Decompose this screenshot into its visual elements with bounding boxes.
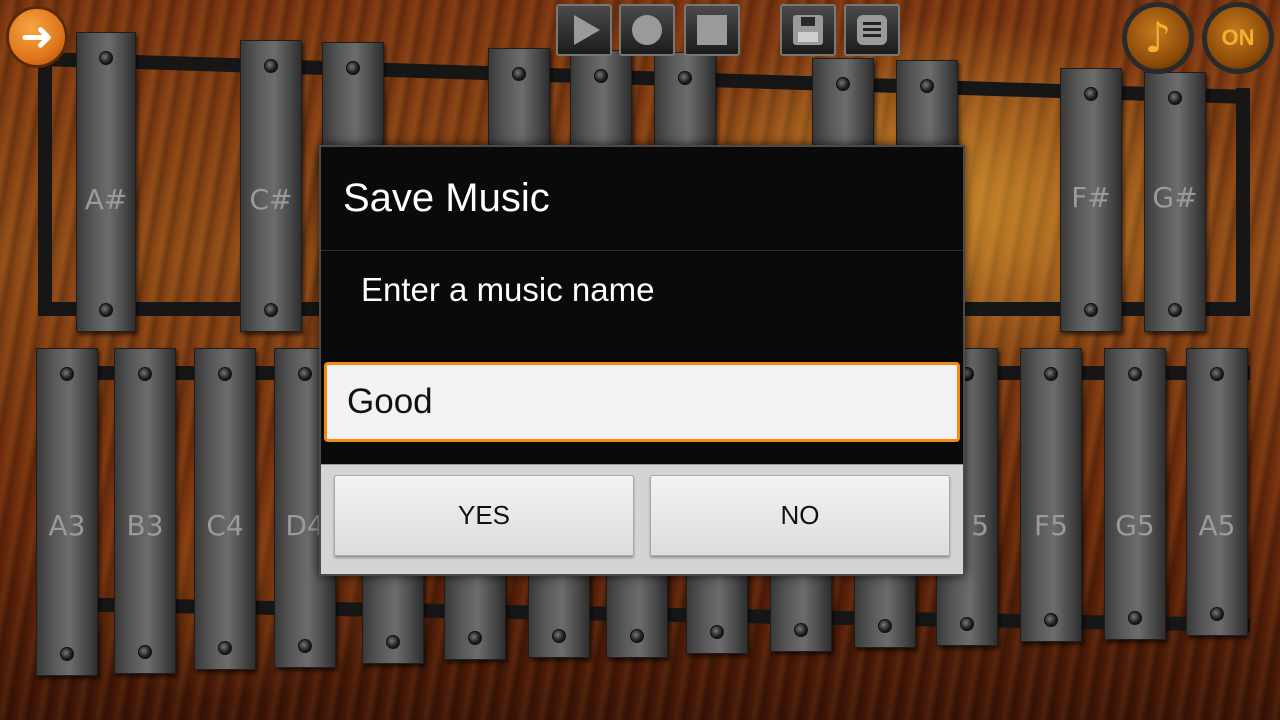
dialog-title: Save Music xyxy=(321,147,963,251)
key-hole xyxy=(138,645,152,659)
key-hole xyxy=(878,619,892,633)
stop-button[interactable] xyxy=(684,4,740,56)
key-note-label: F# xyxy=(1071,181,1111,214)
save-button[interactable] xyxy=(780,4,836,56)
save-music-dialog: Save Music Enter a music name Good YES N… xyxy=(319,145,965,576)
key-hole xyxy=(836,77,850,91)
key-hole xyxy=(468,631,482,645)
lower-key[interactable]: B3 xyxy=(114,348,176,674)
key-hole xyxy=(99,303,113,317)
stop-icon xyxy=(697,15,727,45)
key-hole xyxy=(1044,613,1058,627)
key-hole xyxy=(264,59,278,73)
key-hole xyxy=(1084,87,1098,101)
upper-key[interactable]: A# xyxy=(76,32,136,332)
upper-key[interactable]: F# xyxy=(1060,68,1122,332)
key-note-label: A5 xyxy=(1198,509,1236,542)
list-icon xyxy=(857,15,887,45)
power-toggle[interactable]: ON xyxy=(1202,2,1274,74)
key-hole xyxy=(386,635,400,649)
key-hole xyxy=(218,641,232,655)
key-hole xyxy=(1168,91,1182,105)
key-hole xyxy=(678,71,692,85)
key-note-label: G5 xyxy=(1115,509,1155,542)
lower-key[interactable]: C4 xyxy=(194,348,256,670)
key-hole xyxy=(1128,611,1142,625)
record-icon xyxy=(632,15,662,45)
key-hole xyxy=(512,67,526,81)
dialog-button-bar: YES NO xyxy=(321,464,963,574)
key-hole xyxy=(60,367,74,381)
key-hole xyxy=(1128,367,1142,381)
key-hole xyxy=(264,303,278,317)
key-note-label: C# xyxy=(249,183,293,216)
floppy-disk-icon xyxy=(793,15,823,45)
lower-key[interactable]: G5 xyxy=(1104,348,1166,640)
key-hole xyxy=(552,629,566,643)
play-button[interactable] xyxy=(556,4,612,56)
lower-key[interactable]: F5 xyxy=(1020,348,1082,642)
rail-left xyxy=(38,58,52,316)
key-hole xyxy=(630,629,644,643)
key-hole xyxy=(60,647,74,661)
key-hole xyxy=(138,367,152,381)
key-hole xyxy=(594,69,608,83)
upper-key[interactable]: G# xyxy=(1144,72,1206,332)
lower-key[interactable]: A5 xyxy=(1186,348,1248,636)
key-hole xyxy=(1168,303,1182,317)
key-note-label: F5 xyxy=(1034,509,1068,542)
no-button[interactable]: NO xyxy=(650,475,950,556)
music-list-button[interactable] xyxy=(844,4,900,56)
upper-key[interactable]: C# xyxy=(240,40,302,332)
record-button[interactable] xyxy=(619,4,675,56)
key-note-label: B3 xyxy=(126,509,164,542)
key-note-label: G# xyxy=(1152,181,1198,214)
key-note-label: A3 xyxy=(48,509,86,542)
play-icon xyxy=(574,15,600,45)
sound-select-button[interactable]: ♪ xyxy=(1122,2,1194,74)
key-hole xyxy=(218,367,232,381)
key-hole xyxy=(960,617,974,631)
yes-button[interactable]: YES xyxy=(334,475,634,556)
key-hole xyxy=(1084,303,1098,317)
dialog-message: Enter a music name xyxy=(361,271,655,308)
rail-right xyxy=(1236,88,1250,316)
arrow-right-icon: ➜ xyxy=(20,14,54,60)
key-hole xyxy=(1044,367,1058,381)
key-hole xyxy=(298,639,312,653)
key-hole xyxy=(346,61,360,75)
key-note-label: C4 xyxy=(206,509,244,542)
key-note-label: A# xyxy=(84,183,128,216)
key-hole xyxy=(298,367,312,381)
key-hole xyxy=(99,51,113,65)
music-note-icon: ♪ xyxy=(1144,13,1172,62)
key-hole xyxy=(794,623,808,637)
power-toggle-label: ON xyxy=(1221,25,1255,50)
next-arrow-button[interactable]: ➜ xyxy=(6,6,68,68)
music-name-input[interactable]: Good xyxy=(324,362,960,442)
key-hole xyxy=(1210,607,1224,621)
key-hole xyxy=(710,625,724,639)
lower-key[interactable]: A3 xyxy=(36,348,98,676)
key-hole xyxy=(1210,367,1224,381)
key-hole xyxy=(920,79,934,93)
